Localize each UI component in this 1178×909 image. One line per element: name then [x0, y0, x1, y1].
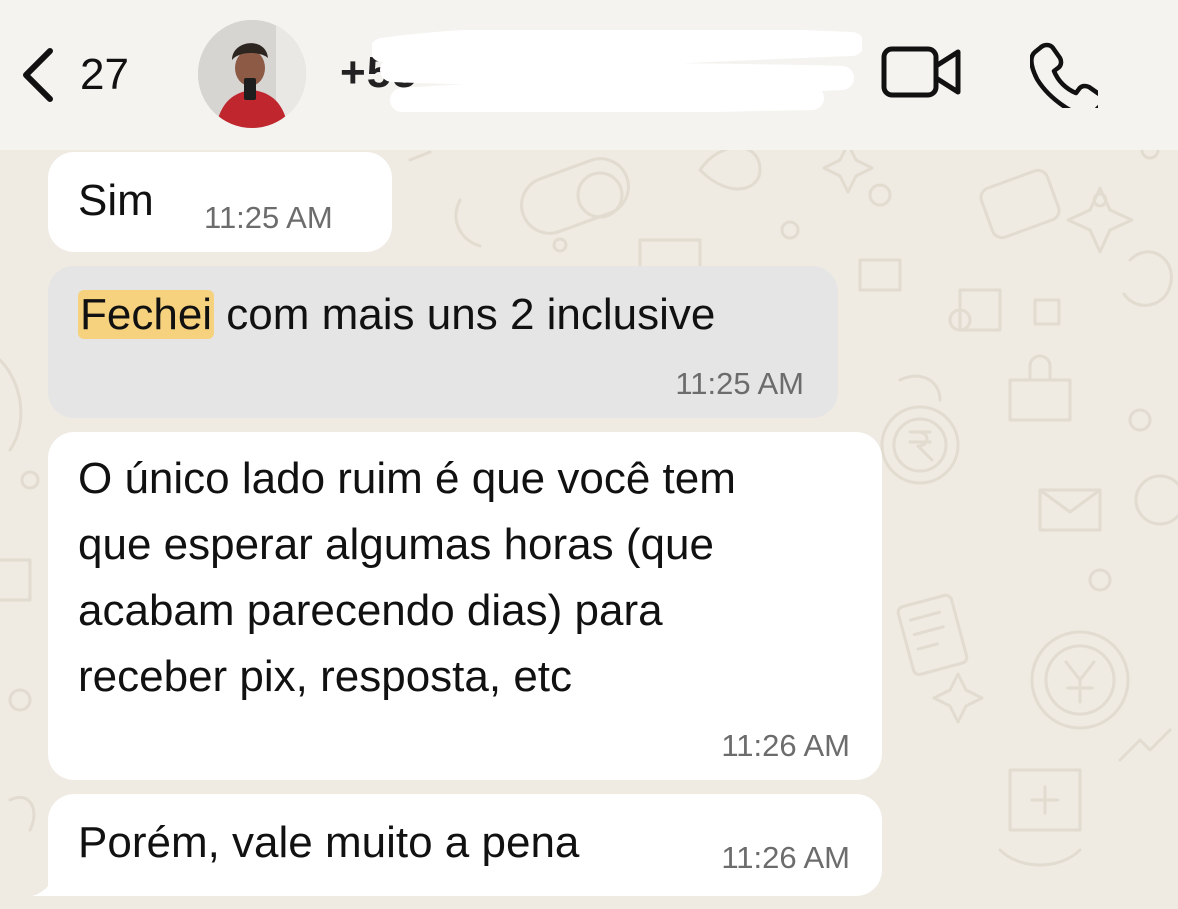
message-line: receber pix, resposta, etc	[78, 652, 573, 701]
message-text: Porém, vale muito a pena	[78, 818, 580, 867]
avatar-image	[198, 20, 306, 128]
chat-header: 27 +55	[0, 0, 1178, 150]
message-bubble[interactable]: Sim 11:25 AM	[48, 152, 392, 252]
message-time: 11:25 AM	[675, 366, 804, 401]
message-text: O único lado ruim é que você tem que esp…	[78, 446, 736, 710]
message-line: que esperar algumas horas (que	[78, 520, 714, 569]
message-bubble[interactable]: O único lado ruim é que você tem que esp…	[48, 432, 882, 780]
video-call-button[interactable]	[880, 44, 964, 107]
chevron-left-icon	[23, 48, 53, 102]
message-text: Sim	[78, 176, 154, 225]
back-button[interactable]: 27	[20, 40, 129, 110]
unread-count: 27	[80, 50, 129, 99]
video-camera-icon	[881, 46, 961, 98]
redaction-scribble	[372, 30, 862, 112]
message-time: 11:26 AM	[721, 728, 850, 763]
message-time: 11:25 AM	[204, 200, 333, 235]
phone-icon	[1029, 42, 1105, 117]
message-time: 11:26 AM	[721, 840, 850, 875]
message-text: Fechei com mais uns 2 inclusive	[78, 282, 715, 348]
search-highlight: Fechei	[78, 290, 215, 339]
avatar[interactable]	[198, 20, 306, 128]
message-line: O único lado ruim é que você tem	[78, 454, 736, 503]
message-text-rest: com mais uns 2 inclusive	[214, 290, 716, 339]
bubble-tail	[32, 866, 68, 896]
message-bubble-highlighted[interactable]: Fechei com mais uns 2 inclusive 11:25 AM	[48, 266, 838, 418]
message-bubble[interactable]: Porém, vale muito a pena 11:26 AM	[48, 794, 882, 896]
message-line: acabam parecendo dias) para	[78, 586, 663, 635]
voice-call-button[interactable]	[1029, 40, 1105, 117]
